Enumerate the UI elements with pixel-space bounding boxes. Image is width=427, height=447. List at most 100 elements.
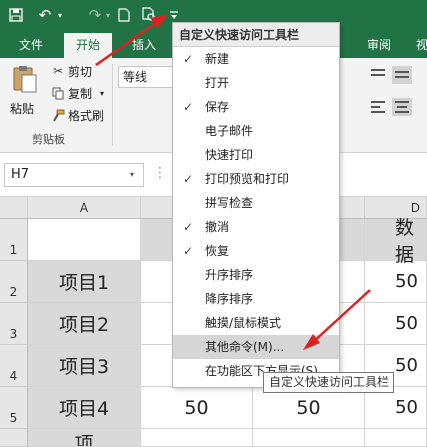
copy-button[interactable]: 复制 ▾ <box>50 84 104 102</box>
tab-insert[interactable]: 插入 <box>127 33 161 58</box>
menu-item-label: 恢复 <box>205 244 230 258</box>
column-header-a[interactable]: A <box>28 197 141 219</box>
cell-d6[interactable] <box>365 429 427 447</box>
new-document-icon[interactable] <box>117 4 131 26</box>
checkmark-icon: ✓ <box>183 52 194 66</box>
menu-item[interactable]: 触摸/鼠标模式 <box>173 311 339 335</box>
menu-item-label: 电子邮件 <box>205 124 254 138</box>
format-painter-button[interactable]: 格式刷 <box>50 106 104 124</box>
menu-item[interactable]: 快速打印 <box>173 143 339 167</box>
menu-item[interactable]: 升序排序 <box>173 263 339 287</box>
menu-item-label: 打印预览和打印 <box>205 172 290 186</box>
menu-item-label: 保存 <box>205 100 230 114</box>
cell-a6[interactable]: 项 <box>28 429 141 447</box>
align-line <box>371 74 385 76</box>
cut-label: 剪切 <box>68 64 93 79</box>
menu-item[interactable]: ✓ 撤消 <box>173 215 339 239</box>
menu-item-label: 触摸/鼠标模式 <box>205 316 282 330</box>
cell-d1[interactable]: 数据 <box>365 217 427 266</box>
menu-item-label: 降序排序 <box>205 292 254 306</box>
tab-home[interactable]: 开始 <box>64 33 112 58</box>
align-line <box>395 71 409 73</box>
align-line <box>395 111 409 113</box>
tab-file[interactable]: 文件 <box>14 33 48 58</box>
copy-label: 复制 <box>68 86 93 101</box>
menu-item-label: 拼写检查 <box>205 196 254 210</box>
checkmark-icon: ✓ <box>183 244 194 258</box>
print-preview-icon[interactable] <box>141 4 159 26</box>
menu-item[interactable]: 拼写检查 <box>173 191 339 215</box>
cell-c5[interactable]: 50 <box>253 387 365 429</box>
redo-dropdown-icon[interactable]: ▾ <box>104 4 112 26</box>
formula-bar-dots-icon: ⋮ <box>153 165 167 181</box>
cell-b5[interactable]: 50 <box>141 387 253 429</box>
checkmark-icon: ✓ <box>183 220 194 234</box>
scissors-icon: ✂ <box>52 64 64 78</box>
align-left-button[interactable] <box>368 98 388 116</box>
row-header-2[interactable]: 2 <box>0 261 28 303</box>
cell-a4[interactable]: 项目3 <box>28 345 141 387</box>
align-line <box>371 106 380 108</box>
align-center-button[interactable] <box>392 98 412 116</box>
paste-icon <box>12 64 38 94</box>
tab-review[interactable]: 审阅 <box>362 33 396 58</box>
row-header-6[interactable] <box>0 429 28 447</box>
align-middle-button[interactable] <box>392 66 412 84</box>
paste-button[interactable]: 粘贴 <box>8 64 44 116</box>
undo-icon[interactable]: ↶ <box>36 4 54 26</box>
cell-a2[interactable]: 项目1 <box>28 261 141 303</box>
name-box[interactable]: H7 <box>4 163 144 187</box>
copy-dropdown-icon[interactable]: ▾ <box>100 89 104 98</box>
row-header-1[interactable]: 1 <box>0 219 28 261</box>
cell-d3[interactable]: 50 <box>365 303 427 345</box>
row-header-3[interactable]: 3 <box>0 303 28 345</box>
menu-item-label: 撤消 <box>205 220 230 234</box>
align-line <box>371 69 385 71</box>
cell-a1[interactable] <box>28 219 141 261</box>
cell-d2[interactable]: 50 <box>365 261 427 303</box>
align-line <box>397 106 407 108</box>
save-icon[interactable] <box>7 4 25 26</box>
checkmark-icon: ✓ <box>183 172 194 186</box>
menu-item[interactable]: 降序排序 <box>173 287 339 311</box>
menu-item-label: 其他命令(M)... <box>205 340 285 354</box>
font-name-input[interactable]: 等线 <box>118 66 174 88</box>
tab-view[interactable]: 视 <box>410 33 427 58</box>
cell-d5[interactable]: 50 <box>365 387 427 429</box>
menu-item[interactable]: 电子邮件 <box>173 119 339 143</box>
redo-icon[interactable]: ↷ <box>86 4 104 26</box>
align-line <box>395 76 409 78</box>
clipboard-group-label: 剪贴板 <box>32 133 65 146</box>
group-divider <box>112 64 113 146</box>
cell-c6[interactable] <box>253 429 365 447</box>
menu-item[interactable]: ✓ 打印预览和打印 <box>173 167 339 191</box>
menu-item[interactable]: ✓ 恢复 <box>173 239 339 263</box>
cell-a3[interactable]: 项目2 <box>28 303 141 345</box>
checkmark-icon: ✓ <box>183 100 194 114</box>
menu-item[interactable]: 打开 <box>173 71 339 95</box>
cell-a5[interactable]: 项目4 <box>28 387 141 429</box>
row-header-4[interactable]: 4 <box>0 345 28 387</box>
cell-b6[interactable] <box>141 429 253 447</box>
align-line <box>371 101 385 103</box>
menu-item-label: 快速打印 <box>205 148 254 162</box>
align-line <box>395 101 409 103</box>
row-header-5[interactable]: 5 <box>0 387 28 429</box>
select-all-corner[interactable] <box>0 197 28 219</box>
name-box-dropdown-icon[interactable]: ▾ <box>130 170 134 179</box>
menu-item-label: 升序排序 <box>205 268 254 282</box>
align-top-button[interactable] <box>368 66 388 84</box>
menu-item[interactable]: ✓ 保存 <box>173 95 339 119</box>
paste-label: 粘贴 <box>10 102 35 116</box>
undo-dropdown-icon[interactable]: ▾ <box>56 4 64 26</box>
customize-quick-access-menu: 自定义快速访问工具栏 ✓ 新建打开 ✓ 保存电子邮件快速打印 ✓ 打印预览和打印 拼写检查 ✓… <box>172 22 340 388</box>
brush-icon <box>50 109 66 122</box>
cut-button[interactable]: ✂ 剪切 <box>50 62 92 80</box>
menu-item[interactable]: 其他命令(M)... <box>173 335 339 359</box>
menu-item-label: 新建 <box>205 52 230 66</box>
menu-title: 自定义快速访问工具栏 <box>173 23 339 47</box>
tooltip: 自定义快速访问工具栏 <box>263 372 394 393</box>
menu-item[interactable]: ✓ 新建 <box>173 47 339 71</box>
format-painter-label: 格式刷 <box>68 108 105 123</box>
align-line <box>371 111 385 113</box>
